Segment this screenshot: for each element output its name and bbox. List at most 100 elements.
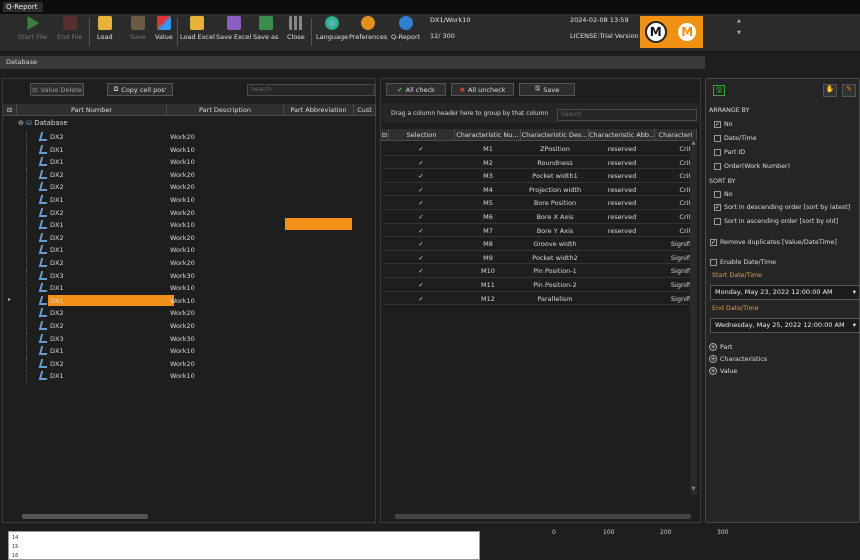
part-description-cell[interactable]: Work10 <box>170 284 195 292</box>
char-row[interactable]: ✓ M12 Parallelism Signifi <box>382 292 696 306</box>
expand-value-icon[interactable]: + <box>709 367 717 375</box>
char-row[interactable]: ✓ M4 Projection width reserved Crit <box>382 183 696 197</box>
expand-part-icon[interactable]: + <box>709 343 717 351</box>
char-hscrollbar[interactable] <box>395 514 691 519</box>
table-row[interactable]: DX1 Work10 <box>8 244 374 257</box>
table-row[interactable]: DX1 Work10 <box>8 294 374 308</box>
char-description-cell[interactable]: Pocket width2 <box>521 254 589 262</box>
app-tab[interactable]: Q-Report <box>3 2 44 12</box>
table-row[interactable]: DX1 Work10 <box>8 194 374 207</box>
char-number-cell[interactable]: M11 <box>455 281 521 289</box>
part-number-cell[interactable]: DX2 <box>50 171 64 179</box>
selection-check-icon[interactable]: ✓ <box>415 254 427 262</box>
char-description-cell[interactable]: Projection width <box>521 186 589 194</box>
all-check-button[interactable]: ✔ All check <box>386 83 446 96</box>
char-description-cell[interactable]: ZPosition <box>521 145 589 153</box>
char-description-cell[interactable]: Bore X Axis <box>521 213 589 221</box>
part-number-cell[interactable]: DX2 <box>50 183 64 191</box>
part-description-cell[interactable]: Work20 <box>170 209 195 217</box>
start-dt-picker[interactable]: Monday, May 23, 2022 12:00:00 AM ▾ <box>710 285 860 300</box>
char-description-cell[interactable]: Roundness <box>521 159 589 167</box>
part-number-cell[interactable]: DX1 <box>50 246 64 254</box>
table-row[interactable]: DX3 Work30 <box>8 269 374 283</box>
part-description-cell[interactable]: Work20 <box>170 322 195 330</box>
remove-dup-checkbox[interactable]: ✓ <box>710 239 717 246</box>
char-number-cell[interactable]: M2 <box>455 159 521 167</box>
table-row[interactable]: DX2 Work20 <box>8 320 374 333</box>
part-description-cell[interactable]: Work30 <box>170 272 195 280</box>
panel-save-icon[interactable]: 🖫 <box>713 85 725 96</box>
char-abbreviation-cell[interactable]: reserved <box>589 199 655 207</box>
part-number-cell[interactable]: DX1 <box>50 146 64 154</box>
part-number-cell[interactable]: DX2 <box>50 209 64 217</box>
table-row[interactable]: DX1 Work10 <box>8 143 374 157</box>
char-abbreviation-cell[interactable]: reserved <box>589 159 655 167</box>
part-description-cell[interactable]: Work10 <box>170 246 195 254</box>
table-row[interactable]: DX1 Work10 <box>8 282 374 295</box>
char-number-cell[interactable]: M10 <box>455 267 521 275</box>
part-description-cell[interactable]: Work10 <box>170 297 195 305</box>
part-number-cell[interactable]: DX1 <box>50 284 64 292</box>
char-number-cell[interactable]: M4 <box>455 186 521 194</box>
table-row[interactable]: DX2 Work20 <box>8 131 374 144</box>
value-delete-button[interactable]: ⊟ Value Delete <box>30 83 84 96</box>
part-number-cell[interactable]: DX2 <box>50 133 64 141</box>
part-number-cell[interactable]: DX3 <box>50 272 64 280</box>
save-button[interactable]: Save <box>130 16 146 41</box>
col-part-description[interactable]: Part Description <box>167 104 284 116</box>
char-description-cell[interactable]: Parallelism <box>521 295 589 303</box>
part-description-cell[interactable]: Work10 <box>170 146 195 154</box>
part-number-cell[interactable]: DX2 <box>50 360 64 368</box>
end-file-button[interactable]: End File <box>57 16 82 41</box>
part-number-cell[interactable]: DX1 <box>50 221 64 229</box>
table-row[interactable]: DX2 Work20 <box>8 168 374 182</box>
sort-desc-checkbox[interactable]: ✓ <box>714 204 721 211</box>
char-grid-corner[interactable]: ⊟ <box>381 129 389 141</box>
collapse-icon[interactable]: ⊖ <box>18 119 24 127</box>
part-description-cell[interactable]: Work10 <box>170 221 195 229</box>
part-number-cell[interactable]: DX1 <box>50 372 64 380</box>
col-customer[interactable]: Cust <box>354 104 376 116</box>
part-number-cell[interactable]: DX2 <box>50 309 64 317</box>
part-number-cell[interactable]: DX1 <box>50 196 64 204</box>
table-row[interactable]: DX2 Work20 <box>8 307 374 320</box>
char-abbreviation-cell[interactable]: reserved <box>589 213 655 221</box>
part-description-cell[interactable]: Work10 <box>170 196 195 204</box>
char-number-cell[interactable]: M9 <box>455 254 521 262</box>
char-row[interactable]: ✓ M1 ZPosition reserved Crit <box>382 142 696 156</box>
part-number-cell[interactable]: DX1 <box>50 158 64 166</box>
char-number-cell[interactable]: M12 <box>455 295 521 303</box>
selection-check-icon[interactable]: ✓ <box>415 159 427 167</box>
col-char-number[interactable]: Characteristic Nu... <box>455 129 521 141</box>
preferences-button[interactable]: Preferences <box>349 16 387 41</box>
database-hscrollbar[interactable] <box>22 514 148 519</box>
save-excel-button[interactable]: Save Excel <box>216 16 251 41</box>
part-number-cell[interactable]: DX1 <box>50 347 64 355</box>
part-description-cell[interactable]: Work20 <box>170 309 195 317</box>
table-row[interactable]: DX3 Work30 <box>8 332 374 346</box>
brush-icon[interactable]: ✎ <box>842 84 856 97</box>
selection-check-icon[interactable]: ✓ <box>415 240 427 248</box>
char-abbreviation-cell[interactable]: reserved <box>589 227 655 235</box>
char-number-cell[interactable]: M8 <box>455 240 521 248</box>
part-number-cell[interactable]: DX3 <box>50 335 64 343</box>
char-row[interactable]: ✓ M6 Bore X Axis reserved Crit <box>382 210 696 224</box>
part-description-cell[interactable]: Work10 <box>170 347 195 355</box>
table-row[interactable]: DX2 Work20 <box>8 181 374 194</box>
save-as-button[interactable]: Save as <box>253 16 278 41</box>
char-number-cell[interactable]: M3 <box>455 172 521 180</box>
selection-check-icon[interactable]: ✓ <box>415 281 427 289</box>
part-description-cell[interactable]: Work20 <box>170 171 195 179</box>
char-row[interactable]: ✓ M7 Bore Y Axis reserved Crit <box>382 224 696 238</box>
char-row[interactable]: ✓ M3 Pocket width1 reserved Crit <box>382 169 696 183</box>
char-row[interactable]: ✓ M11 Pin Position-2 Signifi <box>382 278 696 292</box>
char-row[interactable]: ✓ M9 Pocket width2 Signifi <box>382 251 696 265</box>
selection-check-icon[interactable]: ✓ <box>415 267 427 275</box>
part-description-cell[interactable]: Work20 <box>170 360 195 368</box>
expand-characteristics-icon[interactable]: + <box>709 355 717 363</box>
enable-dt-checkbox[interactable] <box>710 259 717 266</box>
selection-check-icon[interactable]: ✓ <box>415 199 427 207</box>
part-number-cell[interactable]: DX2 <box>50 259 64 267</box>
part-number-cell[interactable]: DX2 <box>50 234 64 242</box>
part-description-cell[interactable]: Work10 <box>170 372 195 380</box>
